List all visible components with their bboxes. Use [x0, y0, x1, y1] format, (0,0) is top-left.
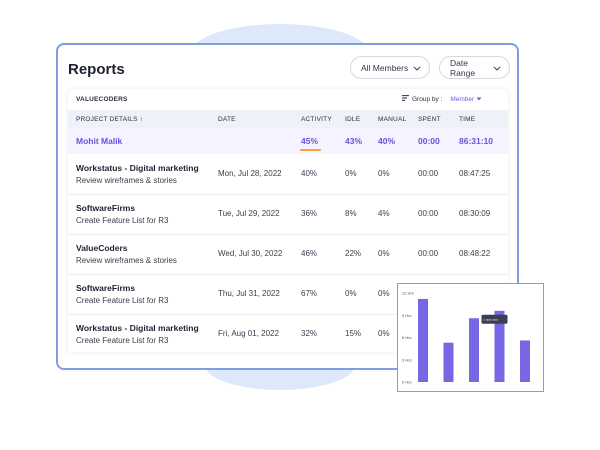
chart-bar[interactable]: [443, 342, 454, 382]
chevron-down-icon: [493, 63, 501, 73]
row-task: Create Feature List for R3: [76, 296, 169, 305]
row-project: Workstatus - Digital marketing: [76, 163, 199, 173]
row-date: Mon, Jul 28, 2022: [218, 169, 282, 178]
date-range-dropdown[interactable]: Date Range: [439, 56, 510, 79]
members-dropdown[interactable]: All Members: [350, 56, 430, 79]
column-time: TIME: [459, 116, 476, 123]
row-date: Wed, Jul 30, 2022: [218, 249, 283, 258]
row-spent: 00:00: [418, 249, 439, 258]
column-manual: MANUAL: [378, 116, 407, 123]
row-manual: 4%: [378, 209, 390, 218]
y-tick-label: 0 Hrs: [402, 380, 412, 385]
row-time: 08:47:25: [459, 169, 491, 178]
sort-lines-icon: [402, 95, 409, 103]
row-project: SoftwareFirms: [76, 203, 136, 213]
chart-bars: [418, 298, 530, 382]
chart-tooltip: ▪ ▪▪▪▪▪ ▪▪▪▪: [481, 314, 508, 324]
summary-time: 86:31:10: [459, 136, 494, 146]
row-idle: 15%: [345, 329, 362, 338]
column-project-details[interactable]: PROJECT DETAILS ↑: [76, 116, 143, 123]
row-date: Fri, Aug 01, 2022: [218, 329, 279, 338]
column-date: DATE: [218, 116, 236, 123]
summary-spent: 00:00: [418, 136, 440, 146]
page-title: Reports: [68, 61, 125, 78]
member-summary-row[interactable]: Mohit Malik 45% 43% 40% 00:00 86:31:10: [68, 128, 508, 154]
y-tick-label: 12 Hrs: [402, 291, 414, 296]
row-activity: 40%: [301, 169, 318, 178]
summary-idle: 43%: [345, 136, 363, 146]
table-row[interactable]: SoftwareFirms Create Feature List for R3…: [68, 195, 508, 235]
row-time: 08:48:22: [459, 249, 491, 258]
row-idle: 22%: [345, 249, 362, 258]
hours-bar-chart: 12 Hrs 9 Hrs 6 Hrs 3 Hrs 0 Hrs ▪ ▪▪▪▪▪ ▪▪▪▪: [397, 283, 544, 392]
column-spent: SPENT: [418, 116, 441, 123]
row-idle: 0%: [345, 169, 357, 178]
y-tick-label: 6 Hrs: [402, 335, 412, 340]
row-time: 08:30:09: [459, 209, 491, 218]
y-tick-label: 3 Hrs: [402, 357, 412, 362]
summary-manual: 40%: [378, 136, 396, 146]
row-project: ValueCoders: [76, 243, 128, 253]
chart-bar[interactable]: [520, 340, 530, 382]
row-manual: 0%: [378, 289, 390, 298]
row-date: Thu, Jul 31, 2022: [218, 289, 280, 298]
tooltip-text: ▪ ▪▪▪▪▪ ▪▪▪▪: [484, 318, 498, 322]
row-task: Create Feature List for R3: [76, 216, 169, 225]
row-task: Create Feature List for R3: [76, 336, 169, 345]
organization-name: VALUECODERS: [76, 96, 128, 103]
member-name: Mohit Malik: [76, 136, 123, 146]
table-row[interactable]: Workstatus - Digital marketing Review wi…: [68, 155, 508, 195]
row-project: SoftwareFirms: [76, 283, 136, 293]
chart-canvas: 12 Hrs 9 Hrs 6 Hrs 3 Hrs 0 Hrs ▪ ▪▪▪▪▪ ▪▪▪▪: [402, 291, 530, 385]
group-by-label: Group by :: [412, 95, 443, 103]
row-project: Workstatus - Digital marketing: [76, 323, 199, 333]
row-activity: 32%: [301, 329, 318, 338]
group-by-control[interactable]: Group by : Member: [402, 95, 482, 103]
caret-down-icon: [476, 96, 482, 103]
row-manual: 0%: [378, 329, 390, 338]
summary-activity: 45%: [301, 136, 319, 146]
row-activity: 46%: [301, 249, 318, 258]
table-header: PROJECT DETAILS ↑ DATE ACTIVITY IDLE MAN…: [68, 110, 508, 128]
chart-bar[interactable]: [418, 298, 428, 382]
row-activity: 36%: [301, 209, 318, 218]
chevron-down-icon: [413, 63, 421, 73]
row-idle: 8%: [345, 209, 357, 218]
table-toolbar: VALUECODERS Group by : Member: [68, 89, 508, 109]
y-tick-label: 9 Hrs: [402, 313, 412, 318]
row-date: Tue, Jul 29, 2022: [218, 209, 280, 218]
chart-y-axis: 12 Hrs 9 Hrs 6 Hrs 3 Hrs 0 Hrs: [402, 291, 414, 385]
row-task: Review wireframes & stories: [76, 176, 177, 185]
column-idle: IDLE: [345, 116, 361, 123]
row-activity: 67%: [301, 289, 318, 298]
group-by-value: Member: [450, 95, 475, 103]
row-idle: 0%: [345, 289, 357, 298]
members-dropdown-label: All Members: [361, 62, 409, 73]
activity-highlight-underline: [300, 149, 321, 151]
date-range-dropdown-label: Date Range: [450, 57, 476, 78]
chart-bar[interactable]: [469, 318, 479, 382]
table-row[interactable]: ValueCoders Review wireframes & stories …: [68, 235, 508, 275]
row-manual: 0%: [378, 249, 390, 258]
row-task: Review wireframes & stories: [76, 256, 177, 265]
row-spent: 00:00: [418, 209, 439, 218]
column-activity: ACTIVITY: [301, 116, 332, 123]
row-manual: 0%: [378, 169, 390, 178]
row-spent: 00:00: [418, 169, 439, 178]
